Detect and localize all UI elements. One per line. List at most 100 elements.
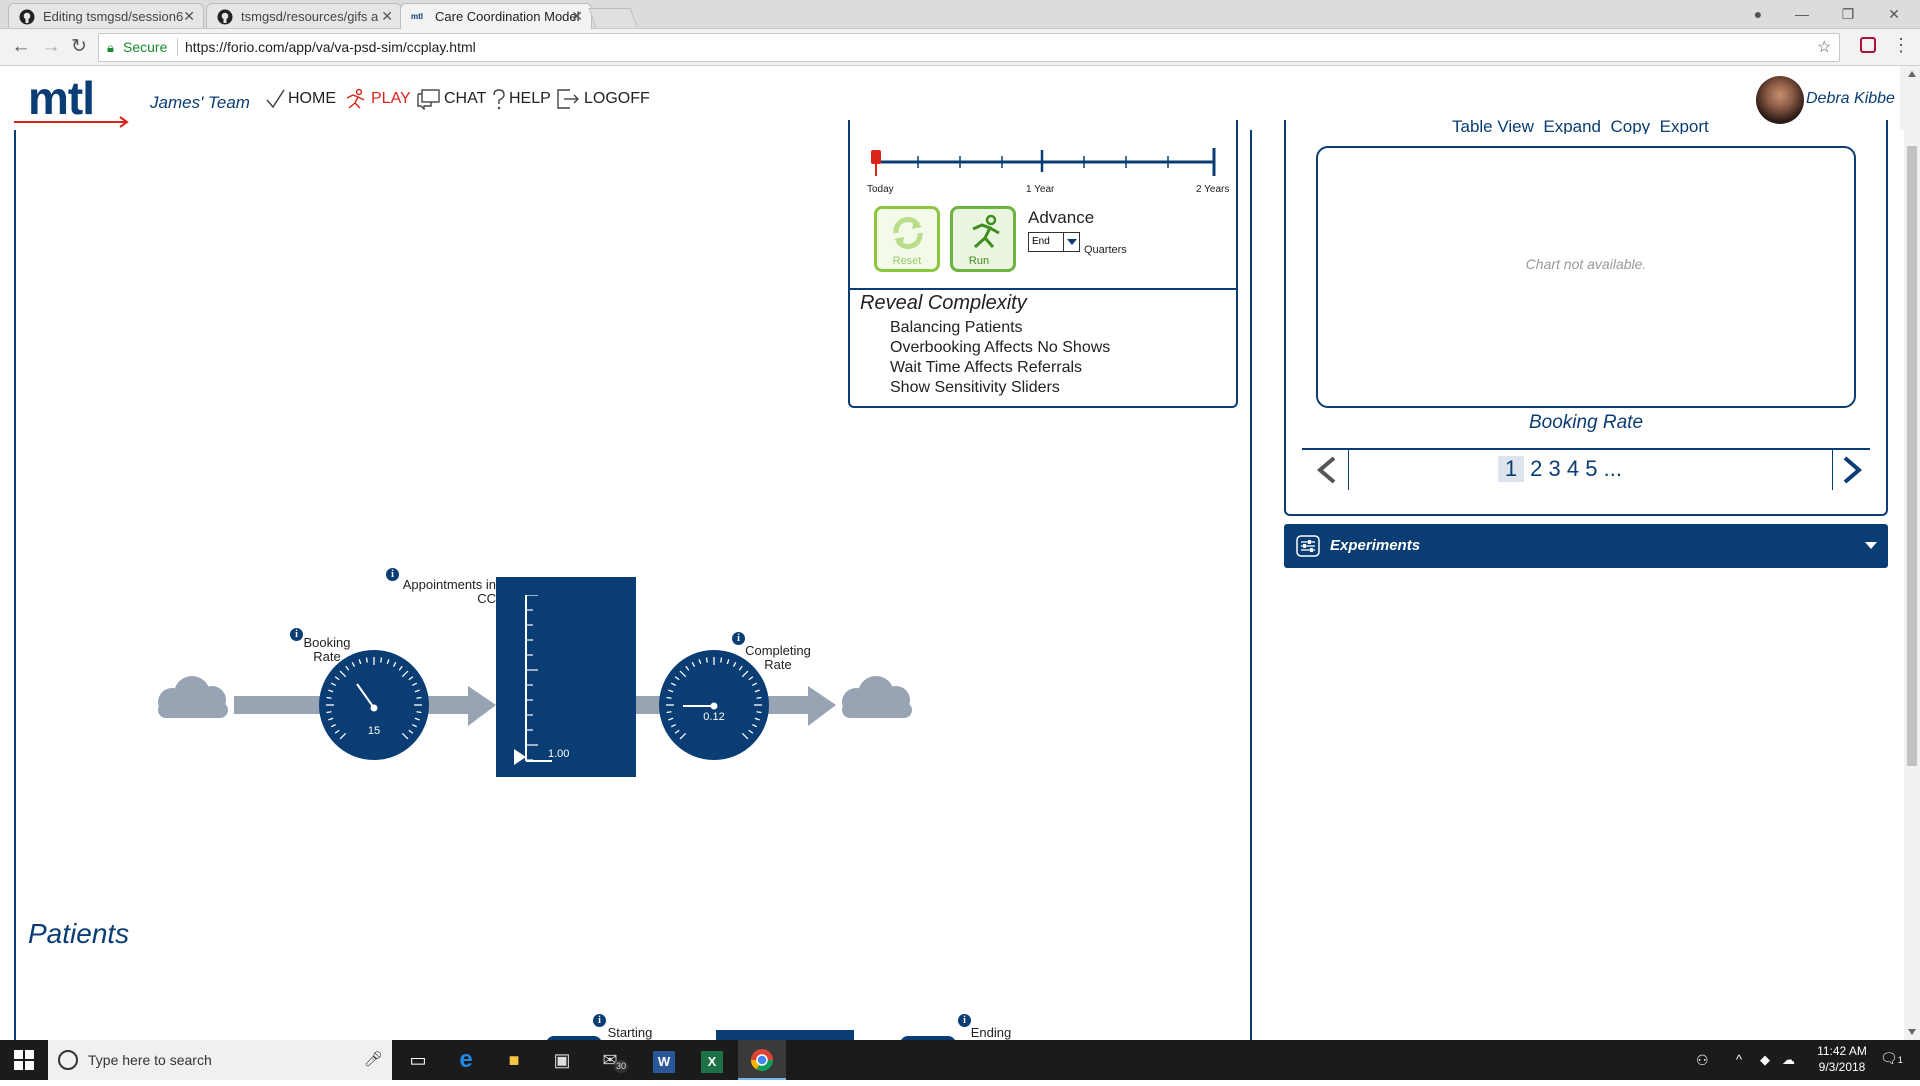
timeline-handle[interactable] (871, 150, 881, 164)
maximize-button[interactable]: ❐ (1830, 2, 1866, 26)
clock-date: 9/3/2018 (1818, 1060, 1866, 1074)
reveal-option[interactable]: Show Sensitivity Sliders (890, 378, 1110, 398)
nav-help-label: HELP (509, 90, 551, 108)
microphone-icon[interactable]: 🎤︎ (364, 1050, 383, 1068)
nav-logoff[interactable]: LOGOFF (556, 88, 650, 110)
timeline-slider[interactable] (866, 138, 1226, 178)
avatar[interactable] (1756, 76, 1804, 124)
notification-count: 1 (1897, 1055, 1903, 1065)
browser-tab[interactable]: tsmgsd/resources/gifs a ✕ (206, 3, 402, 28)
page-3[interactable]: 3 (1549, 456, 1561, 481)
taskbar-search-box[interactable]: Type here to search 🎤︎ (48, 1040, 392, 1080)
forward-icon[interactable]: → (40, 36, 62, 58)
reveal-option[interactable]: Wait Time Affects Referrals (890, 358, 1110, 378)
close-icon[interactable]: ✕ (381, 8, 393, 25)
people-icon[interactable]: ⚇ (1696, 1052, 1709, 1069)
chart-actions: Table View Expand Copy Export (1452, 120, 1709, 134)
browser-tab-label: Editing tsmgsd/session6 (43, 9, 184, 24)
page-4[interactable]: 4 (1567, 456, 1579, 481)
mail-icon[interactable]: ✉ 30 (586, 1040, 634, 1080)
runner-icon (972, 214, 1000, 249)
chart-empty-message: Chart not available. (1525, 256, 1647, 272)
menu-icon[interactable]: ⋮ (1892, 35, 1910, 56)
taskbar-clock[interactable]: 11:42 AM 9/3/2018 (1810, 1043, 1874, 1075)
appointments-stock[interactable]: 1.00 (496, 577, 636, 777)
completing-rate-gauge[interactable]: 0.12 (659, 650, 769, 760)
scrollbar-thumb[interactable] (1907, 146, 1917, 766)
starting-label: Starting (607, 1025, 653, 1040)
chevron-up-icon[interactable]: ^ (1736, 1052, 1742, 1067)
nav-help[interactable]: HELP (491, 88, 551, 110)
user-name[interactable]: Debra Kibbe (1806, 90, 1895, 108)
close-icon[interactable]: ✕ (571, 8, 583, 25)
reload-icon[interactable]: ↻ (68, 36, 90, 58)
run-button[interactable]: Run (950, 206, 1016, 272)
page-5[interactable]: 5 (1585, 456, 1597, 481)
dropbox-icon[interactable]: ◆ (1760, 1052, 1770, 1068)
copy-link[interactable]: Copy (1610, 120, 1650, 134)
word-icon[interactable]: W (640, 1040, 688, 1080)
browser-tab-label: Care Coordination Model (435, 9, 580, 24)
booking-rate-value: 15 (368, 725, 380, 737)
edge-icon[interactable]: e (442, 1040, 490, 1080)
minimize-button[interactable]: — (1784, 2, 1820, 26)
store-icon[interactable]: ▣ (538, 1040, 586, 1080)
extension-icon[interactable] (1860, 37, 1876, 53)
browser-tab[interactable]: Editing tsmgsd/session6 ✕ (8, 3, 204, 28)
github-icon (19, 9, 35, 25)
experiments-accordion[interactable]: Experiments (1284, 524, 1888, 568)
scroll-up-icon[interactable] (1907, 70, 1917, 78)
search-icon (58, 1050, 78, 1070)
profile-icon[interactable]: ● (1740, 2, 1776, 26)
reveal-option[interactable]: Overbooking Affects No Shows (890, 338, 1110, 358)
booking-rate-gauge[interactable]: 15 (319, 650, 429, 760)
url-text[interactable]: https://forio.com/app/va/va-psd-sim/ccpl… (185, 34, 476, 61)
scroll-down-icon[interactable] (1907, 1028, 1917, 1036)
page-scrollbar[interactable] (1904, 66, 1920, 1040)
level-marker-icon (514, 749, 526, 765)
task-view-icon[interactable]: ▭ (394, 1040, 442, 1080)
windows-taskbar: Type here to search 🎤︎ ▭ e ■ ▣ ✉ 30 W X ⚇… (0, 1040, 1920, 1080)
browser-tab-label: tsmgsd/resources/gifs a (241, 9, 379, 24)
experiments-label: Experiments (1330, 537, 1421, 554)
file-explorer-icon[interactable]: ■ (490, 1040, 538, 1080)
page-1[interactable]: 1 (1498, 456, 1524, 482)
nav-home[interactable]: HOME (264, 88, 336, 110)
excel-icon[interactable]: X (688, 1040, 736, 1080)
chart-prev-button[interactable] (1312, 450, 1349, 490)
close-window-button[interactable]: ✕ (1876, 2, 1912, 26)
onedrive-icon[interactable]: ☁ (1782, 1052, 1795, 1068)
nav-chat[interactable]: CHAT (416, 88, 486, 111)
table-view-link[interactable]: Table View (1452, 120, 1534, 134)
outflow-arrow-icon (760, 686, 836, 726)
chart-next-button[interactable] (1832, 450, 1869, 490)
completing-rate-value: 0.12 (703, 711, 724, 723)
nav-play[interactable]: PLAY (343, 88, 411, 110)
chrome-icon[interactable] (738, 1040, 786, 1080)
patients-stock[interactable] (716, 1030, 854, 1040)
expand-link[interactable]: Expand (1543, 120, 1601, 134)
reveal-option[interactable]: Balancing Patients (890, 318, 1110, 338)
export-link[interactable]: Export (1660, 120, 1709, 134)
mtl-logo[interactable]: mtl (28, 75, 95, 121)
column-divider (1250, 130, 1252, 1040)
notification-icon[interactable]: 🗨︎1 (1880, 1050, 1903, 1067)
reset-button[interactable]: Reset (874, 206, 940, 272)
back-icon[interactable]: ← (10, 36, 32, 58)
close-icon[interactable]: ✕ (183, 8, 195, 25)
star-icon[interactable]: ☆ (1817, 34, 1831, 61)
page-more[interactable]: ... (1604, 456, 1622, 481)
advance-select-value: End (1032, 236, 1050, 247)
appointments-label: Appointments in CC (402, 577, 496, 606)
reveal-list: Balancing Patients Overbooking Affects N… (890, 318, 1110, 398)
appointments-value: 1.00 (548, 748, 570, 760)
new-tab-button[interactable] (588, 8, 638, 27)
lock-icon: 🔒︎ (107, 40, 114, 55)
windows-start-icon[interactable] (0, 1040, 48, 1080)
chevron-down-icon (1063, 233, 1080, 251)
search-placeholder: Type here to search (88, 1052, 212, 1068)
address-bar[interactable]: 🔒︎ Secure https://forio.com/app/va/va-ps… (98, 33, 1840, 62)
advance-select[interactable]: End (1028, 232, 1080, 252)
browser-tab-active[interactable]: mtl Care Coordination Model ✕ (400, 3, 592, 29)
page-2[interactable]: 2 (1530, 456, 1542, 481)
